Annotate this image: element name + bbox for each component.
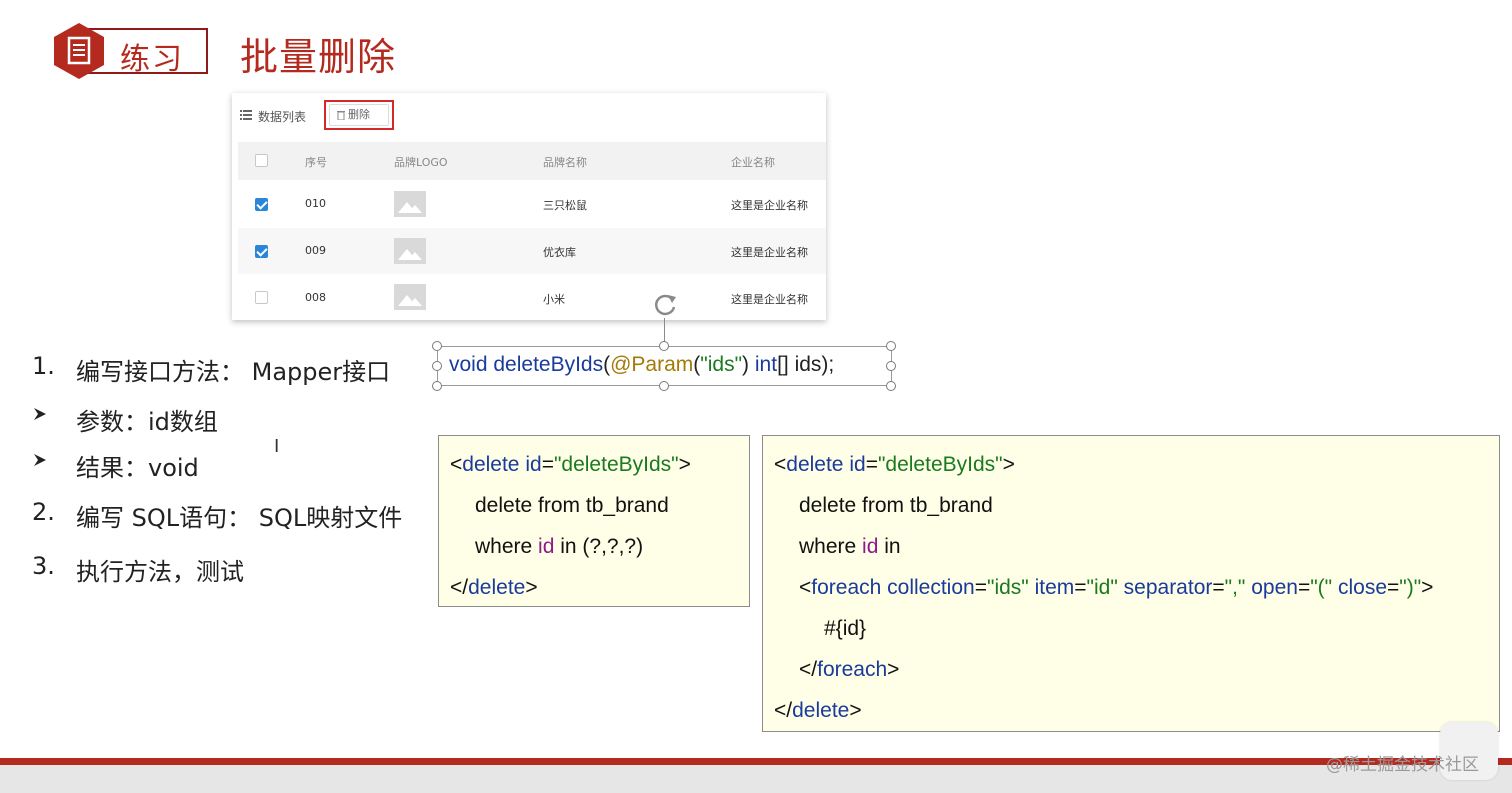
cell-id: 009 [305,244,326,257]
list-text: 执行方法，测试 [76,558,244,586]
row-checkbox[interactable] [255,198,268,211]
column-header: 企业名称 [731,156,775,169]
list-label: 数据列表 [258,110,307,124]
watermark-text: @稀土掘金技术社区 [1326,755,1479,775]
code-line: delete from tb_brand [475,494,669,517]
section-badge: 练习 [52,22,208,79]
table-row[interactable]: 009 优衣库 这里是企业名称 [238,228,826,274]
resize-handle[interactable] [886,381,896,391]
code-line: where id in [799,535,901,558]
text-cursor-icon: I [274,436,280,457]
table-row[interactable]: 008 小米 这里是企业名称 [238,274,826,320]
resize-handle[interactable] [886,361,896,371]
logo-image-placeholder [394,238,426,264]
row-checkbox[interactable] [255,245,268,258]
code-line: <foreach collection="ids" item="id" sepa… [799,576,1434,599]
cell-brand: 三只松鼠 [543,199,587,212]
resize-handle[interactable] [886,341,896,351]
cell-company: 这里是企业名称 [731,246,808,259]
method-signature-textbox[interactable]: void deleteByIds(@Param("ids") int[] ids… [437,346,892,386]
cell-id: 010 [305,197,326,210]
select-all-checkbox[interactable] [255,154,268,167]
code-line: </delete> [450,576,538,599]
code-line: delete from tb_brand [799,494,993,517]
row-checkbox[interactable] [255,291,268,304]
code-line: <delete id="deleteByIds"> [774,453,1015,476]
column-header: 品牌LOGO [394,156,448,169]
table-row[interactable]: 010 三只松鼠 这里是企业名称 [238,181,826,227]
delete-button[interactable]: 删除 [329,104,389,126]
list-text: 编写 SQL语句： SQL映射文件 [76,504,403,532]
list-number: 2. [32,498,55,526]
resize-handle[interactable] [659,341,669,351]
resize-handle[interactable] [432,361,442,371]
list-text: 结果：void [76,454,199,482]
cell-company: 这里是企业名称 [731,199,808,212]
cell-company: 这里是企业名称 [731,293,808,306]
arrow-bullet-icon [34,454,46,466]
column-header: 序号 [305,156,327,169]
sql-code-box-simple: <delete id="deleteByIds"> delete from tb… [438,435,750,607]
code-line: #{id} [824,617,867,640]
page-title: 批量删除 [240,35,397,79]
list-number: 1. [32,352,55,380]
footer-accent-bar [0,758,1512,765]
resize-handle[interactable] [432,341,442,351]
resize-handle[interactable] [432,381,442,391]
column-header: 品牌名称 [543,156,587,169]
sql-code-box-foreach: <delete id="deleteByIds"> delete from tb… [762,435,1500,732]
cell-id: 008 [305,291,326,304]
document-icon [54,23,104,79]
list-text: 参数：id数组 [76,408,218,436]
table-header: 序号 品牌LOGO 品牌名称 企业名称 [238,142,826,180]
code-line: </delete> [774,699,862,722]
badge-label: 练习 [120,42,184,77]
method-signature: void deleteByIds(@Param("ids") int[] ids… [449,353,835,376]
code-line: <delete id="deleteByIds"> [450,453,691,476]
list-number: 3. [32,552,55,580]
logo-image-placeholder [394,284,426,310]
table-screenshot: 数据列表 删除 序号 品牌LOGO 品牌名称 企业名称 010 三只松鼠 这里是… [232,93,826,320]
rotate-handle-icon[interactable] [650,291,680,319]
resize-handle[interactable] [659,381,669,391]
trash-icon [337,111,345,120]
footer-strip [0,765,1512,793]
code-line: where id in (?,?,?) [475,535,644,558]
logo-image-placeholder [394,191,426,217]
table-toolbar: 数据列表 删除 [232,93,826,139]
code-line: </foreach> [799,658,900,681]
list-icon [240,110,252,120]
arrow-bullet-icon [34,408,46,420]
delete-button-label: 删除 [348,108,370,121]
list-text: 编写接口方法： Mapper接口 [76,358,391,386]
cell-brand: 小米 [543,293,565,306]
cell-brand: 优衣库 [543,246,576,259]
